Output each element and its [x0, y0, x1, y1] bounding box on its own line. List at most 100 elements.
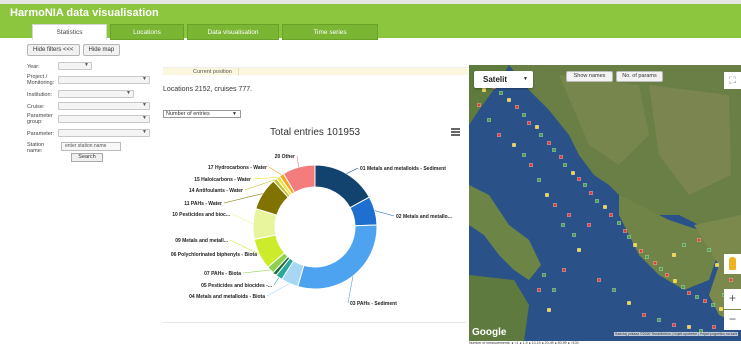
map-marker	[529, 163, 533, 167]
map-marker	[537, 288, 541, 292]
locations-summary: Locations 2152, cruises 777.	[163, 86, 253, 93]
map-marker	[537, 178, 541, 182]
tab-bar: Statistics Locations Data visualisation …	[32, 24, 378, 40]
pie-slice[interactable]	[297, 224, 378, 290]
map-marker	[612, 288, 616, 292]
parameter-group-select[interactable]: ▼	[58, 115, 150, 123]
map-marker	[665, 273, 669, 277]
pie-connector	[223, 193, 263, 204]
map-marker	[707, 248, 711, 252]
pie-connector	[231, 213, 254, 225]
pie-connector	[252, 177, 278, 180]
zoom-in-button[interactable]: +	[724, 289, 741, 309]
pie-slice-label: 15 Haloicarbons - Water	[194, 177, 251, 183]
map-marker	[715, 263, 719, 267]
station-input[interactable]: enter station name	[61, 142, 121, 151]
project-select[interactable]: ▼	[58, 76, 150, 84]
map-marker	[627, 301, 631, 305]
project-label: Project / Monitoring:	[27, 74, 55, 86]
map-marker	[672, 323, 676, 327]
parameter-group-label: Parameter group:	[27, 113, 53, 125]
map-marker	[645, 255, 649, 259]
satellite-map[interactable]	[469, 65, 741, 341]
map-view[interactable]	[469, 65, 741, 341]
chevron-down-icon: ▼	[142, 129, 147, 135]
cruise-select[interactable]: ▼	[58, 102, 150, 110]
tab-locations[interactable]: Locations	[110, 24, 184, 40]
google-logo: Google	[472, 327, 507, 338]
map-marker	[633, 243, 637, 247]
map-marker	[672, 253, 676, 257]
map-marker	[487, 118, 491, 122]
num-params-button[interactable]: No. of params	[616, 71, 663, 82]
pie-connector	[347, 275, 354, 304]
map-marker	[695, 295, 699, 299]
chevron-down-icon: ▼	[142, 115, 147, 121]
chevron-down-icon: ▼	[142, 102, 147, 108]
current-position-bar: Current position	[163, 67, 468, 76]
map-marker	[589, 191, 593, 195]
map-marker	[539, 133, 543, 137]
pie-slice-label: 20 Other	[275, 154, 295, 160]
pie-connector	[296, 155, 299, 168]
fullscreen-icon[interactable]: ⛶	[724, 72, 741, 89]
map-marker	[545, 193, 549, 197]
app-header: HarmoNIA data visualisation Statistics L…	[0, 4, 741, 40]
map-marker	[659, 267, 663, 271]
pie-slice-label: 06 Polychlorinated biphenyls - Biota	[171, 252, 257, 258]
map-marker	[597, 278, 601, 282]
institution-select[interactable]: ▼	[58, 90, 134, 98]
map-marker	[552, 148, 556, 152]
map-marker	[639, 249, 643, 253]
pie-slice-label: 17 Hydrocarbons - Water	[208, 165, 267, 171]
chart-bottom-divider	[163, 322, 466, 323]
map-marker	[553, 203, 557, 207]
map-marker	[719, 307, 723, 311]
pegman-icon[interactable]	[724, 254, 741, 274]
chevron-down-icon: ▼	[84, 62, 89, 68]
show-names-button[interactable]: Show names	[566, 71, 613, 82]
tab-time-series[interactable]: Time series	[282, 24, 378, 40]
hide-map-button[interactable]: Hide map	[82, 44, 121, 56]
map-marker	[703, 299, 707, 303]
search-button[interactable]: Search	[71, 153, 103, 162]
tab-data-visualisation[interactable]: Data visualisation	[187, 24, 279, 40]
pie-connector	[346, 167, 359, 174]
map-marker	[623, 229, 627, 233]
metric-select-value: Number of entries	[166, 111, 210, 117]
map-attribution[interactable]: Sadržaj prikaza ©2020 TerraMetrics | Uvj…	[614, 332, 739, 336]
year-select[interactable]: ▼	[58, 62, 92, 70]
map-marker	[515, 105, 519, 109]
current-position-divider	[238, 68, 239, 76]
map-marker	[572, 233, 576, 237]
tab-statistics[interactable]: Statistics	[32, 24, 107, 40]
pie-slice-label: 02 Metals and metallo...	[396, 214, 452, 220]
map-marker	[535, 125, 539, 129]
map-marker	[522, 113, 526, 117]
map-marker	[482, 88, 486, 92]
map-marker	[682, 243, 686, 247]
map-marker	[681, 285, 685, 289]
map-marker	[561, 223, 565, 227]
map-marker	[712, 325, 716, 329]
map-marker	[527, 121, 531, 125]
map-type-label: Satelit	[483, 75, 508, 84]
zoom-out-button[interactable]: −	[724, 310, 741, 330]
map-marker	[571, 171, 575, 175]
hide-filters-button[interactable]: Hide filters <<<	[27, 44, 80, 56]
pie-connector	[374, 210, 395, 217]
metric-select[interactable]: Number of entries ▼	[163, 110, 241, 118]
pie-slice-label: 11 PAHs - Water	[184, 201, 222, 207]
pie-connector	[268, 166, 282, 176]
chevron-down-icon: ▼	[523, 76, 528, 82]
toolbar: Hide filters <<< Hide map	[27, 44, 121, 56]
map-marker	[595, 199, 599, 203]
map-marker	[547, 141, 551, 145]
pie-slice-label: 01 Metals and metalloids - Sediment	[360, 166, 446, 172]
map-marker	[577, 177, 581, 181]
map-marker	[577, 248, 581, 252]
parameter-select[interactable]: ▼	[58, 129, 150, 137]
map-marker	[552, 288, 556, 292]
map-marker	[653, 261, 657, 265]
map-type-select[interactable]: Satelit ▼	[474, 71, 533, 88]
